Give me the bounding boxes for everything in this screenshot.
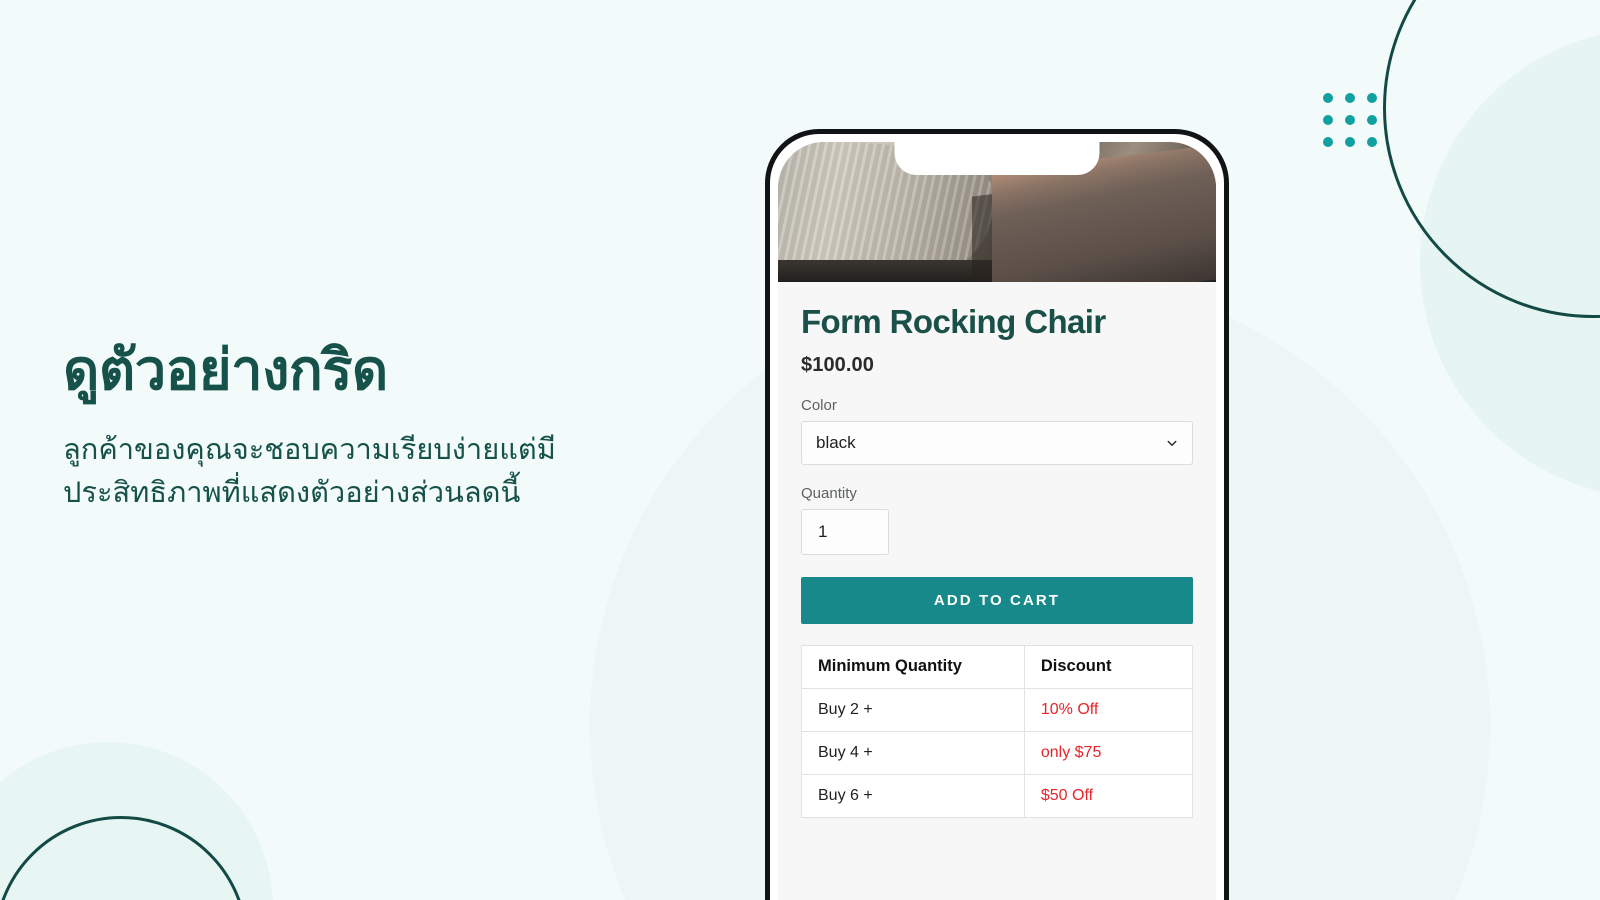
dot-icon bbox=[1323, 137, 1333, 147]
promo-copy: ดูตัวอย่างกริด ลูกค้าของคุณจะชอบความเรีย… bbox=[63, 338, 743, 515]
cell-discount: $50 Off bbox=[1023, 773, 1194, 818]
dot-icon bbox=[1345, 93, 1355, 103]
promo-subtitle: ลูกค้าของคุณจะชอบความเรียบง่ายแต่มีประสิ… bbox=[63, 433, 556, 509]
table-header-row: Minimum Quantity Discount bbox=[801, 644, 1194, 689]
dot-grid-icon bbox=[1323, 93, 1377, 147]
cell-quantity: Buy 6 + bbox=[801, 773, 1025, 818]
cell-quantity: Buy 2 + bbox=[801, 687, 1025, 732]
cell-discount: only $75 bbox=[1023, 730, 1194, 775]
add-to-cart-button[interactable]: ADD TO CART bbox=[801, 576, 1193, 624]
column-header-minimum-quantity: Minimum Quantity bbox=[801, 644, 1025, 689]
product-title: Form Rocking Chair bbox=[801, 303, 1106, 340]
dot-icon bbox=[1345, 137, 1355, 147]
color-select[interactable]: black bbox=[801, 420, 1193, 465]
dot-icon bbox=[1345, 115, 1355, 125]
decorative-circle-top-right-outline bbox=[1383, 0, 1600, 318]
page-title: ดูตัวอย่างกริด bbox=[63, 338, 388, 401]
phone-notch bbox=[894, 142, 1100, 175]
table-row: Buy 6 + $50 Off bbox=[801, 773, 1194, 818]
column-header-discount: Discount bbox=[1023, 644, 1194, 689]
product-price: $100.00 bbox=[801, 353, 874, 376]
color-select-value: black bbox=[816, 432, 856, 452]
dot-icon bbox=[1367, 93, 1377, 103]
phone-screen: Form Rocking Chair $100.00 Color black Q… bbox=[778, 142, 1216, 900]
quantity-input[interactable]: 1 bbox=[801, 508, 889, 555]
product-hero-image bbox=[778, 142, 1216, 282]
dot-icon bbox=[1323, 93, 1333, 103]
table-row: Buy 2 + 10% Off bbox=[801, 687, 1194, 732]
cell-discount: 10% Off bbox=[1023, 687, 1194, 732]
color-label: Color bbox=[801, 396, 837, 414]
discount-table: Minimum Quantity Discount Buy 2 + 10% Of… bbox=[801, 644, 1194, 818]
dot-icon bbox=[1367, 115, 1377, 125]
cell-quantity: Buy 4 + bbox=[801, 730, 1025, 775]
hero-floor bbox=[778, 260, 1216, 282]
product-detail-panel: Form Rocking Chair $100.00 Color black Q… bbox=[778, 282, 1216, 900]
table-row: Buy 4 + only $75 bbox=[801, 730, 1194, 775]
chevron-down-icon bbox=[1167, 440, 1177, 446]
quantity-label: Quantity bbox=[801, 484, 857, 502]
phone-mockup: Form Rocking Chair $100.00 Color black Q… bbox=[765, 129, 1229, 900]
quantity-value: 1 bbox=[818, 521, 828, 541]
dot-icon bbox=[1323, 115, 1333, 125]
dot-icon bbox=[1367, 137, 1377, 147]
